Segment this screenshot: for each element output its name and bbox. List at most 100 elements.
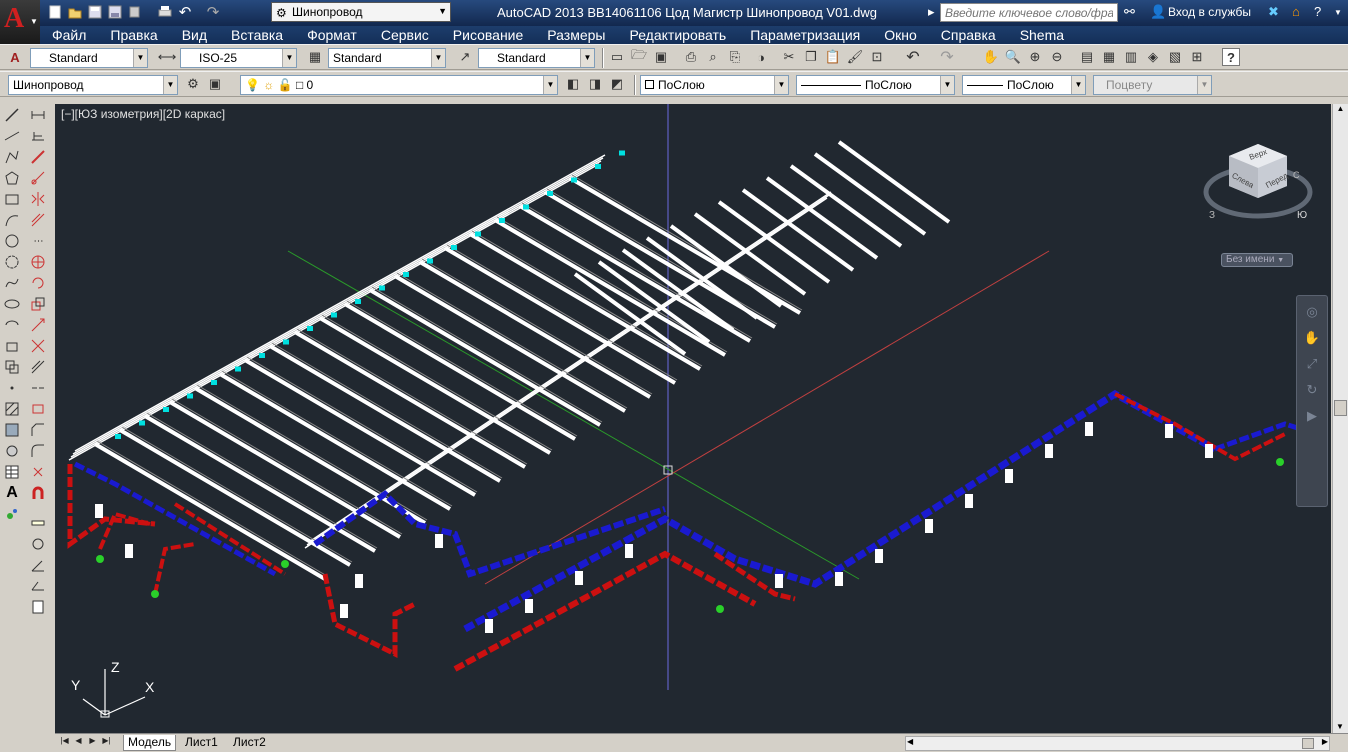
prev-tab-icon[interactable]: ◀	[73, 736, 84, 749]
compass-southwest[interactable]: Ю	[1297, 210, 1307, 221]
save-icon[interactable]: ▣	[652, 48, 670, 66]
break-icon[interactable]	[28, 378, 48, 398]
rectangle-icon[interactable]	[2, 189, 22, 209]
zoom-extents-icon[interactable]: ⤢	[1302, 354, 1322, 374]
color-select[interactable]: ПоСлою ▼	[640, 75, 789, 95]
scroll-up-icon[interactable]: ▲	[1333, 104, 1348, 118]
move-icon[interactable]	[28, 252, 48, 272]
polyline-icon[interactable]	[2, 147, 22, 167]
plot-icon[interactable]: ⎙	[682, 48, 700, 66]
redo-icon[interactable]: ↷	[204, 3, 222, 21]
menu-modify[interactable]: Редактировать	[617, 27, 738, 43]
layer-isolate-icon[interactable]: ◩	[608, 75, 626, 93]
angle-icon[interactable]	[28, 555, 48, 575]
pan-icon[interactable]: ✋	[982, 48, 1000, 66]
compass-south[interactable]: С	[1293, 170, 1300, 180]
circle-icon[interactable]	[2, 231, 22, 251]
trim-icon[interactable]	[28, 336, 48, 356]
table-style-select[interactable]: Standard ▼	[328, 48, 446, 68]
magnet-icon[interactable]	[28, 483, 48, 503]
menu-help[interactable]: Справка	[929, 27, 1008, 43]
area-icon[interactable]	[28, 534, 48, 554]
block-editor-icon[interactable]: ⊡	[868, 48, 886, 66]
table-style-icon[interactable]: ▦	[306, 48, 324, 66]
tab-sheet2[interactable]: Лист2	[229, 735, 270, 751]
open-file-icon[interactable]	[66, 3, 84, 21]
new-file-icon[interactable]	[46, 3, 64, 21]
menu-format[interactable]: Формат	[295, 27, 369, 43]
help-dropdown-icon[interactable]: ▼	[1334, 8, 1342, 17]
menu-dimension[interactable]: Размеры	[535, 27, 617, 43]
vertical-scrollbar[interactable]: ▲ ▼	[1332, 104, 1348, 733]
orbit-icon[interactable]: ↻	[1302, 380, 1322, 400]
sign-in-link[interactable]: Вход в службы	[1168, 5, 1251, 19]
steering-wheel-icon[interactable]: ◎	[1302, 302, 1322, 322]
tool-palettes-icon[interactable]: ▥	[1122, 48, 1140, 66]
exchange-icon[interactable]: ✖	[1268, 4, 1279, 20]
named-view-button[interactable]: Без имени ▼	[1221, 253, 1293, 267]
multiline-text-icon[interactable]: A	[2, 483, 22, 503]
region-icon[interactable]	[2, 441, 22, 461]
text-style-icon[interactable]: A	[6, 48, 24, 66]
workspace-selector[interactable]: ⚙ Шинопровод ▼	[271, 2, 451, 22]
lineweight-select[interactable]: ПоСлою ▼	[962, 75, 1086, 95]
undo-icon[interactable]: ↶	[904, 48, 922, 66]
copy-icon[interactable]: ❐	[802, 48, 820, 66]
search-input[interactable]	[940, 3, 1118, 22]
mleader-style-icon[interactable]: ↗	[456, 48, 474, 66]
scroll-thumb[interactable]	[1302, 738, 1314, 749]
first-tab-icon[interactable]: |◀	[59, 736, 70, 749]
plot-preview-icon[interactable]: ⌕	[704, 48, 722, 66]
join-icon[interactable]	[28, 399, 48, 419]
menu-tools[interactable]: Сервис	[369, 27, 441, 43]
dimension-aligned-icon[interactable]	[28, 126, 48, 146]
rotate-icon[interactable]	[28, 273, 48, 293]
zoom-window-icon[interactable]: ⊕	[1026, 48, 1044, 66]
measure-icon[interactable]	[28, 513, 48, 533]
mleader-style-select[interactable]: Standard ▼	[478, 48, 595, 68]
scroll-left-icon[interactable]: ◀	[907, 737, 913, 746]
scroll-thumb[interactable]	[1334, 400, 1347, 416]
menu-window[interactable]: Окно	[872, 27, 929, 43]
layer-previous-icon[interactable]: ◨	[586, 75, 604, 93]
erase-icon[interactable]	[28, 147, 48, 167]
line-icon[interactable]	[2, 105, 22, 125]
cut-icon[interactable]: ✂	[780, 48, 798, 66]
design-center-palette-icon[interactable]: ▦	[1100, 48, 1118, 66]
layer-name-select[interactable]: Шинопровод ▼	[8, 75, 178, 95]
revision-cloud-icon[interactable]	[2, 252, 22, 272]
linetype-select[interactable]: ПоСлою ▼	[796, 75, 955, 95]
new-icon[interactable]: ▭	[608, 48, 626, 66]
make-current-icon[interactable]: ◧	[564, 75, 582, 93]
showmotion-icon[interactable]: ▶	[1302, 406, 1322, 426]
scroll-down-icon[interactable]: ▼	[1333, 722, 1347, 731]
paste-icon[interactable]: 📋	[824, 48, 842, 66]
extend-icon[interactable]	[28, 357, 48, 377]
dimension-linear-icon[interactable]	[28, 105, 48, 125]
scale-icon[interactable]	[28, 294, 48, 314]
sheet-set-icon[interactable]: ◈	[1144, 48, 1162, 66]
help-icon[interactable]: ?	[1222, 48, 1240, 66]
array-icon[interactable]: ⋯	[28, 231, 48, 251]
text-style-select[interactable]: Standard ▼	[30, 48, 148, 68]
design-center-icon[interactable]: ◑	[752, 48, 770, 66]
list-icon[interactable]	[28, 597, 48, 617]
pan-hand-icon[interactable]: ✋	[1302, 328, 1322, 348]
layer-states-icon[interactable]: ▣	[206, 75, 224, 93]
layer-control-select[interactable]: 💡 ☼ 🔓 □ 0 ▼	[240, 75, 558, 95]
chamfer-icon[interactable]	[28, 420, 48, 440]
drawing-viewport[interactable]: [−][ЮЗ изометрия][2D каркас] Верх Слева …	[55, 104, 1331, 733]
gradient-icon[interactable]	[2, 420, 22, 440]
distance-icon[interactable]	[28, 576, 48, 596]
layer-properties-icon[interactable]: ⚙	[184, 75, 202, 93]
publish-icon[interactable]: ⎘	[726, 48, 744, 66]
user-icon[interactable]: 👤	[1150, 4, 1166, 20]
lightbulb-icon[interactable]: 💡	[245, 78, 260, 92]
print-icon[interactable]	[156, 3, 174, 21]
publish-icon[interactable]	[126, 3, 144, 21]
undo-icon[interactable]: ↶	[176, 3, 194, 21]
point-icon[interactable]	[2, 378, 22, 398]
viewcube[interactable]: Верх Слева Перед С З Ю	[1201, 140, 1315, 230]
sun-icon[interactable]: ☼	[263, 78, 274, 92]
spline-icon[interactable]	[2, 273, 22, 293]
